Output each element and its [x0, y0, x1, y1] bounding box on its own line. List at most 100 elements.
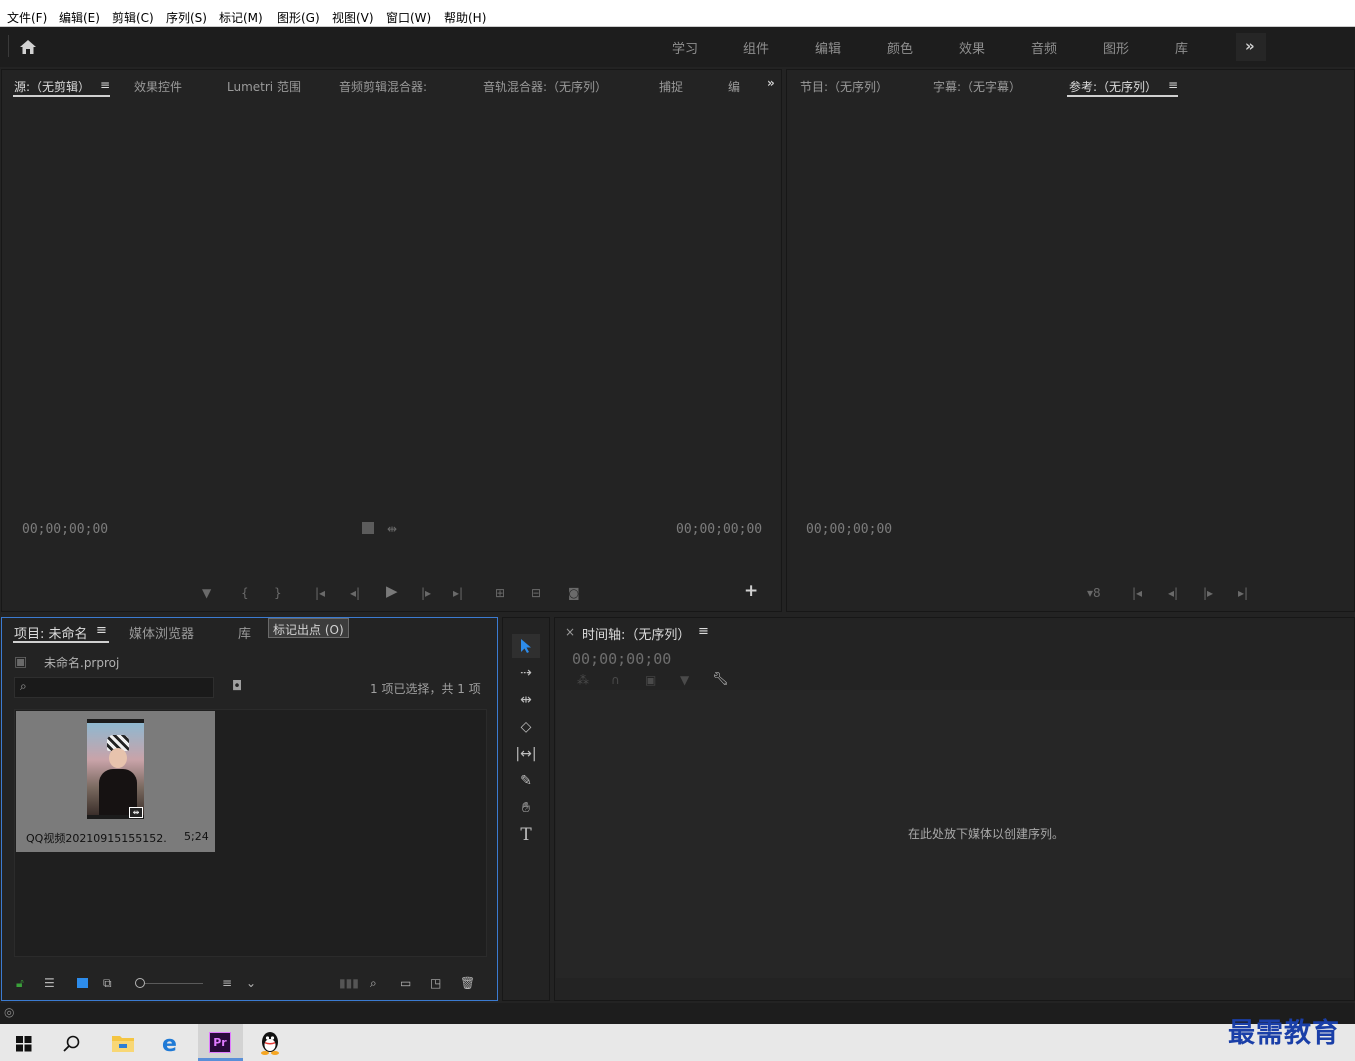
tab-lumetri-scopes[interactable]: Lumetri 范围 [227, 78, 301, 95]
chevron-down-icon[interactable]: ⌄ [246, 976, 256, 990]
workspace-editing[interactable]: 编辑 [815, 38, 841, 57]
nest-icon[interactable]: ⁂ [577, 673, 589, 687]
hand-tool-icon[interactable]: ✋︎ [512, 796, 540, 820]
menu-sequence[interactable]: 序列(S) [166, 9, 207, 26]
wrench-icon[interactable]: 🔧︎ [712, 673, 729, 687]
active-tab-underline [13, 95, 110, 97]
workspace-learn[interactable]: 学习 [672, 38, 698, 57]
add-marker-icon[interactable]: ▼ [202, 586, 211, 600]
panel-menu-icon[interactable]: ≡ [96, 623, 107, 638]
step-forward-icon[interactable]: |▸ [1203, 586, 1213, 600]
sort-icon[interactable]: ≡ [222, 976, 232, 990]
tabs-overflow-icon[interactable]: » [767, 76, 775, 90]
linked-selection-icon[interactable]: ▣ [645, 673, 656, 687]
workspace-overflow[interactable]: » [1236, 33, 1266, 61]
timeline-title[interactable]: 时间轴:（无序列） [582, 624, 690, 643]
mark-out-icon[interactable]: } [274, 586, 282, 600]
step-forward-icon[interactable]: |▸ [421, 586, 431, 600]
link-icon[interactable]: ▾8 [1087, 586, 1101, 600]
tab-capture[interactable]: 捕捉 [659, 78, 683, 95]
tab-media-browser[interactable]: 媒体浏览器 [129, 623, 194, 642]
project-bin-area[interactable]: ⇹ QQ视频20210915155152... 5;24 [14, 709, 487, 957]
track-select-tool-icon[interactable]: ⇢ [512, 661, 540, 685]
windows-start-icon[interactable] [16, 1036, 32, 1052]
new-bin-icon[interactable]: ▭ [400, 976, 411, 990]
icon-view-icon[interactable] [77, 978, 88, 988]
razor-tool-icon[interactable]: ◇ [512, 715, 540, 739]
tab-effect-controls[interactable]: 效果控件 [134, 78, 182, 95]
button-editor-plus-icon[interactable]: + [744, 583, 758, 600]
zoom-slider-track[interactable] [145, 983, 203, 984]
clip-thumbnail-card[interactable]: ⇹ QQ视频20210915155152... 5;24 [16, 711, 215, 852]
selection-tool-icon[interactable] [519, 638, 533, 654]
search-icon[interactable] [63, 1035, 81, 1053]
add-marker-icon[interactable]: ▼ [680, 673, 689, 687]
overwrite-clip-icon[interactable]: ⊟ [531, 586, 541, 600]
slip-tool-icon[interactable]: |↔| [512, 742, 540, 766]
menu-window[interactable]: 窗口(W) [386, 9, 431, 26]
zoom-slider-handle[interactable] [135, 978, 145, 988]
go-to-out-icon[interactable]: ▸| [1238, 586, 1248, 600]
menu-help[interactable]: 帮助(H) [444, 9, 486, 26]
menu-clip[interactable]: 剪辑(C) [112, 9, 154, 26]
workspace-assembly[interactable]: 组件 [743, 38, 769, 57]
export-frame-icon[interactable]: ◙ [568, 586, 580, 600]
workspace-libraries[interactable]: 库 [1175, 38, 1188, 57]
step-back-icon[interactable]: ◂| [350, 586, 360, 600]
list-view-icon[interactable]: ☰ [44, 976, 55, 990]
edge-icon[interactable]: e [161, 1032, 183, 1054]
tab-reference[interactable]: 参考:（无序列） [1069, 78, 1157, 95]
source-current-timecode[interactable]: 00;00;00;00 [22, 522, 108, 537]
home-icon[interactable] [19, 39, 37, 55]
menu-graphics[interactable]: 图形(G) [277, 9, 320, 26]
qq-icon[interactable] [259, 1030, 281, 1056]
panel-menu-icon[interactable]: ≡ [1168, 78, 1178, 92]
tab-captions[interactable]: 字幕:（无字幕） [933, 78, 1021, 95]
panel-menu-icon[interactable]: ≡ [100, 78, 110, 92]
find-icon[interactable]: ◘ [232, 680, 242, 694]
panel-menu-icon[interactable]: ≡ [698, 624, 709, 639]
snap-icon[interactable]: ∩ [611, 673, 620, 687]
play-icon[interactable]: ▶ [386, 584, 398, 599]
new-item-icon[interactable]: ◳ [430, 976, 441, 990]
close-icon[interactable]: × [565, 625, 575, 639]
menu-file[interactable]: 文件(F) [7, 9, 47, 26]
workspace-color[interactable]: 颜色 [887, 38, 913, 57]
file-explorer-icon[interactable] [111, 1033, 135, 1053]
step-back-icon[interactable]: ◂| [1168, 586, 1178, 600]
go-to-in-icon[interactable]: |◂ [315, 586, 325, 600]
tab-audio-track-mixer[interactable]: 音轨混合器:（无序列） [483, 78, 607, 95]
ripple-edit-tool-icon[interactable]: ⇹ [512, 688, 540, 712]
tab-libraries[interactable]: 库 [238, 623, 251, 642]
tab-edit-truncated[interactable]: 编 [728, 78, 740, 95]
menu-edit[interactable]: 编辑(E) [59, 9, 100, 26]
type-tool-icon[interactable]: T [512, 823, 540, 847]
freeform-view-icon[interactable]: ⧉ [103, 976, 112, 990]
resolution-icon[interactable] [362, 522, 374, 534]
tab-source[interactable]: 源:（无剪辑） [14, 78, 90, 95]
mark-in-icon[interactable]: { [241, 586, 249, 600]
insert-clip-icon[interactable]: ⊞ [495, 586, 505, 600]
search-input[interactable] [37, 679, 207, 696]
go-to-out-icon[interactable]: ▸| [453, 586, 463, 600]
workspace-audio[interactable]: 音频 [1031, 38, 1057, 57]
workspace-graphics[interactable]: 图形 [1103, 38, 1129, 57]
menu-marker[interactable]: 标记(M) [219, 9, 263, 26]
timeline-drop-area[interactable]: 在此处放下媒体以创建序列。 [556, 690, 1353, 978]
program-current-timecode[interactable]: 00;00;00;00 [806, 522, 892, 537]
tab-project[interactable]: 项目: 未命名 [14, 623, 88, 642]
lock-icon[interactable]: 🔓︎ [16, 976, 24, 990]
trash-icon[interactable]: 🗑︎ [460, 976, 475, 990]
insert-icon[interactable]: ⇹ [387, 522, 397, 536]
project-search-field[interactable]: ⌕ [14, 677, 214, 698]
tab-program[interactable]: 节目:（无序列） [800, 78, 888, 95]
premiere-taskbar-button[interactable]: Pr [198, 1024, 243, 1061]
go-to-in-icon[interactable]: |◂ [1132, 586, 1142, 600]
pen-tool-icon[interactable]: ✎ [512, 769, 540, 793]
automate-to-sequence-icon[interactable]: ▮▮▮ [339, 976, 359, 990]
find-icon[interactable]: ⌕ [370, 976, 377, 990]
timeline-timecode[interactable]: 00;00;00;00 [572, 650, 671, 668]
tab-audio-clip-mixer[interactable]: 音频剪辑混合器: [339, 78, 427, 95]
menu-view[interactable]: 视图(V) [332, 9, 374, 26]
workspace-effects[interactable]: 效果 [959, 38, 985, 57]
